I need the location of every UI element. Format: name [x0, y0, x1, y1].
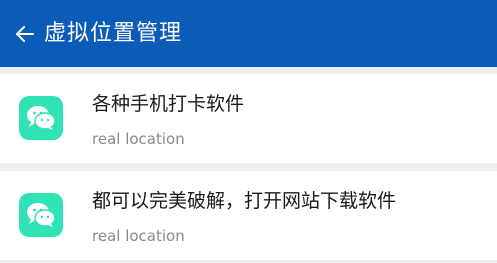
wechat-icon — [19, 96, 63, 140]
arrow-left-icon[interactable] — [14, 23, 36, 45]
item-subtitle: real location — [92, 227, 185, 245]
list-item[interactable]: 都可以完美破解，打开网站下载软件 real location — [0, 171, 497, 260]
wechat-icon — [19, 193, 63, 237]
list-item[interactable]: 各种手机打卡软件 real location — [0, 74, 497, 163]
page-title: 虚拟位置管理 — [44, 20, 183, 46]
item-title: 都可以完美破解，打开网站下载软件 — [92, 190, 397, 212]
item-subtitle: real location — [92, 130, 185, 148]
item-title: 各种手机打卡软件 — [92, 93, 245, 115]
app-header: 虚拟位置管理 — [0, 0, 497, 67]
